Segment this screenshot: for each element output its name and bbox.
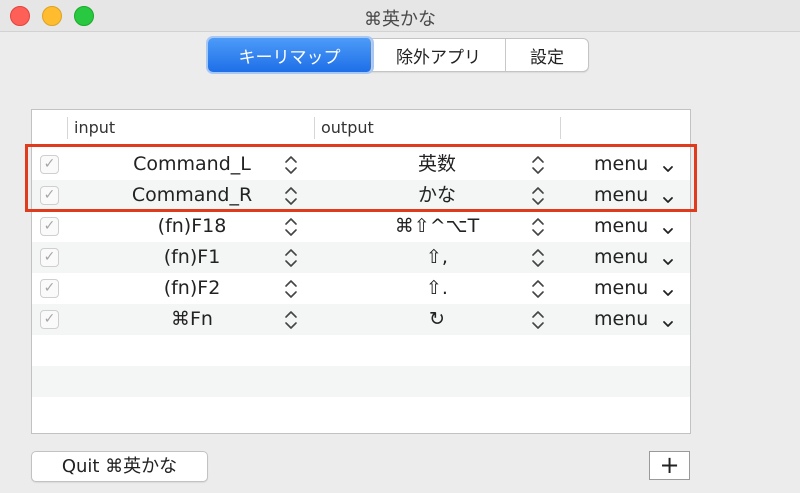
table-row[interactable]: ✓ Command_R かな menu (32, 180, 690, 211)
column-divider (560, 117, 561, 139)
chevron-down-icon[interactable] (662, 283, 674, 302)
window-title: ⌘英かな (364, 9, 436, 30)
enabled-checkbox[interactable]: ✓ (40, 217, 59, 236)
up-down-chevron-icon[interactable] (531, 185, 545, 207)
enabled-checkbox[interactable]: ✓ (40, 155, 59, 174)
checkmark-icon: ✓ (43, 187, 56, 203)
table-row (32, 366, 690, 397)
up-down-chevron-icon[interactable] (531, 216, 545, 238)
up-down-chevron-icon[interactable] (531, 278, 545, 300)
enabled-checkbox[interactable]: ✓ (40, 279, 59, 298)
checkmark-icon: ✓ (43, 280, 56, 296)
chevron-down-icon[interactable] (662, 190, 674, 209)
chevron-down-icon[interactable] (662, 159, 674, 178)
enabled-checkbox[interactable]: ✓ (40, 310, 59, 329)
table-row[interactable]: ✓ (fn)F2 ⇧. menu (32, 273, 690, 304)
up-down-chevron-icon[interactable] (284, 247, 298, 269)
up-down-chevron-icon[interactable] (531, 154, 545, 176)
chevron-down-icon[interactable] (662, 314, 674, 333)
chevron-down-icon[interactable] (662, 252, 674, 271)
output-key-cell[interactable]: かな (312, 180, 562, 211)
input-key-cell[interactable]: Command_R (68, 180, 316, 211)
action-menu[interactable]: menu (594, 304, 648, 335)
input-key-cell[interactable]: (fn)F2 (68, 273, 316, 304)
action-menu[interactable]: menu (594, 149, 648, 180)
tab-settings[interactable]: 設定 (506, 39, 588, 71)
table-row[interactable]: ✓ Command_L 英数 menu (32, 149, 690, 180)
table-row[interactable]: ✓ ⌘Fn ↻ menu (32, 304, 690, 335)
table-row (32, 397, 690, 428)
chevron-down-icon[interactable] (662, 221, 674, 240)
tab-bar: キーリマップ 除外アプリ 設定 (208, 38, 589, 72)
quit-button[interactable]: Quit ⌘英かな (31, 451, 208, 482)
table-row[interactable]: ✓ (fn)F18 ⌘⇧^⌥T menu (32, 211, 690, 242)
output-key-cell[interactable]: ↻ (312, 304, 562, 335)
action-menu[interactable]: menu (594, 273, 648, 304)
action-menu[interactable]: menu (594, 180, 648, 211)
add-row-button[interactable]: + (649, 451, 690, 480)
output-key-cell[interactable]: ⇧, (312, 242, 562, 273)
input-key-cell[interactable]: (fn)F18 (68, 211, 316, 242)
checkmark-icon: ✓ (43, 311, 56, 327)
tab-excluded-apps[interactable]: 除外アプリ (372, 39, 506, 71)
output-key-cell[interactable]: 英数 (312, 149, 562, 180)
up-down-chevron-icon[interactable] (284, 278, 298, 300)
up-down-chevron-icon[interactable] (284, 185, 298, 207)
up-down-chevron-icon[interactable] (531, 309, 545, 331)
table-body: ✓ Command_L 英数 menu ✓ Command_R かな menu ✓ (fn)F18… (32, 149, 690, 428)
table-row[interactable]: ✓ (fn)F1 ⇧, menu (32, 242, 690, 273)
input-key-cell[interactable]: Command_L (68, 149, 316, 180)
column-header-input[interactable]: input (68, 110, 115, 146)
up-down-chevron-icon[interactable] (284, 309, 298, 331)
output-key-cell[interactable]: ⌘⇧^⌥T (312, 211, 562, 242)
tab-key-remap[interactable]: キーリマップ (208, 38, 372, 72)
up-down-chevron-icon[interactable] (284, 216, 298, 238)
up-down-chevron-icon[interactable] (284, 154, 298, 176)
input-key-cell[interactable]: ⌘Fn (68, 304, 316, 335)
table-row (32, 335, 690, 366)
action-menu[interactable]: menu (594, 211, 648, 242)
enabled-checkbox[interactable]: ✓ (40, 186, 59, 205)
up-down-chevron-icon[interactable] (531, 247, 545, 269)
remap-table: input output ✓ Command_L 英数 menu ✓ Command_R か… (31, 109, 691, 434)
table-header: input output (32, 110, 690, 146)
action-menu[interactable]: menu (594, 242, 648, 273)
title-bar: ⌘英かな (0, 0, 800, 32)
input-key-cell[interactable]: (fn)F1 (68, 242, 316, 273)
output-key-cell[interactable]: ⇧. (312, 273, 562, 304)
checkmark-icon: ✓ (43, 249, 56, 265)
column-header-output[interactable]: output (315, 110, 374, 146)
enabled-checkbox[interactable]: ✓ (40, 248, 59, 267)
checkmark-icon: ✓ (43, 218, 56, 234)
checkmark-icon: ✓ (43, 156, 56, 172)
